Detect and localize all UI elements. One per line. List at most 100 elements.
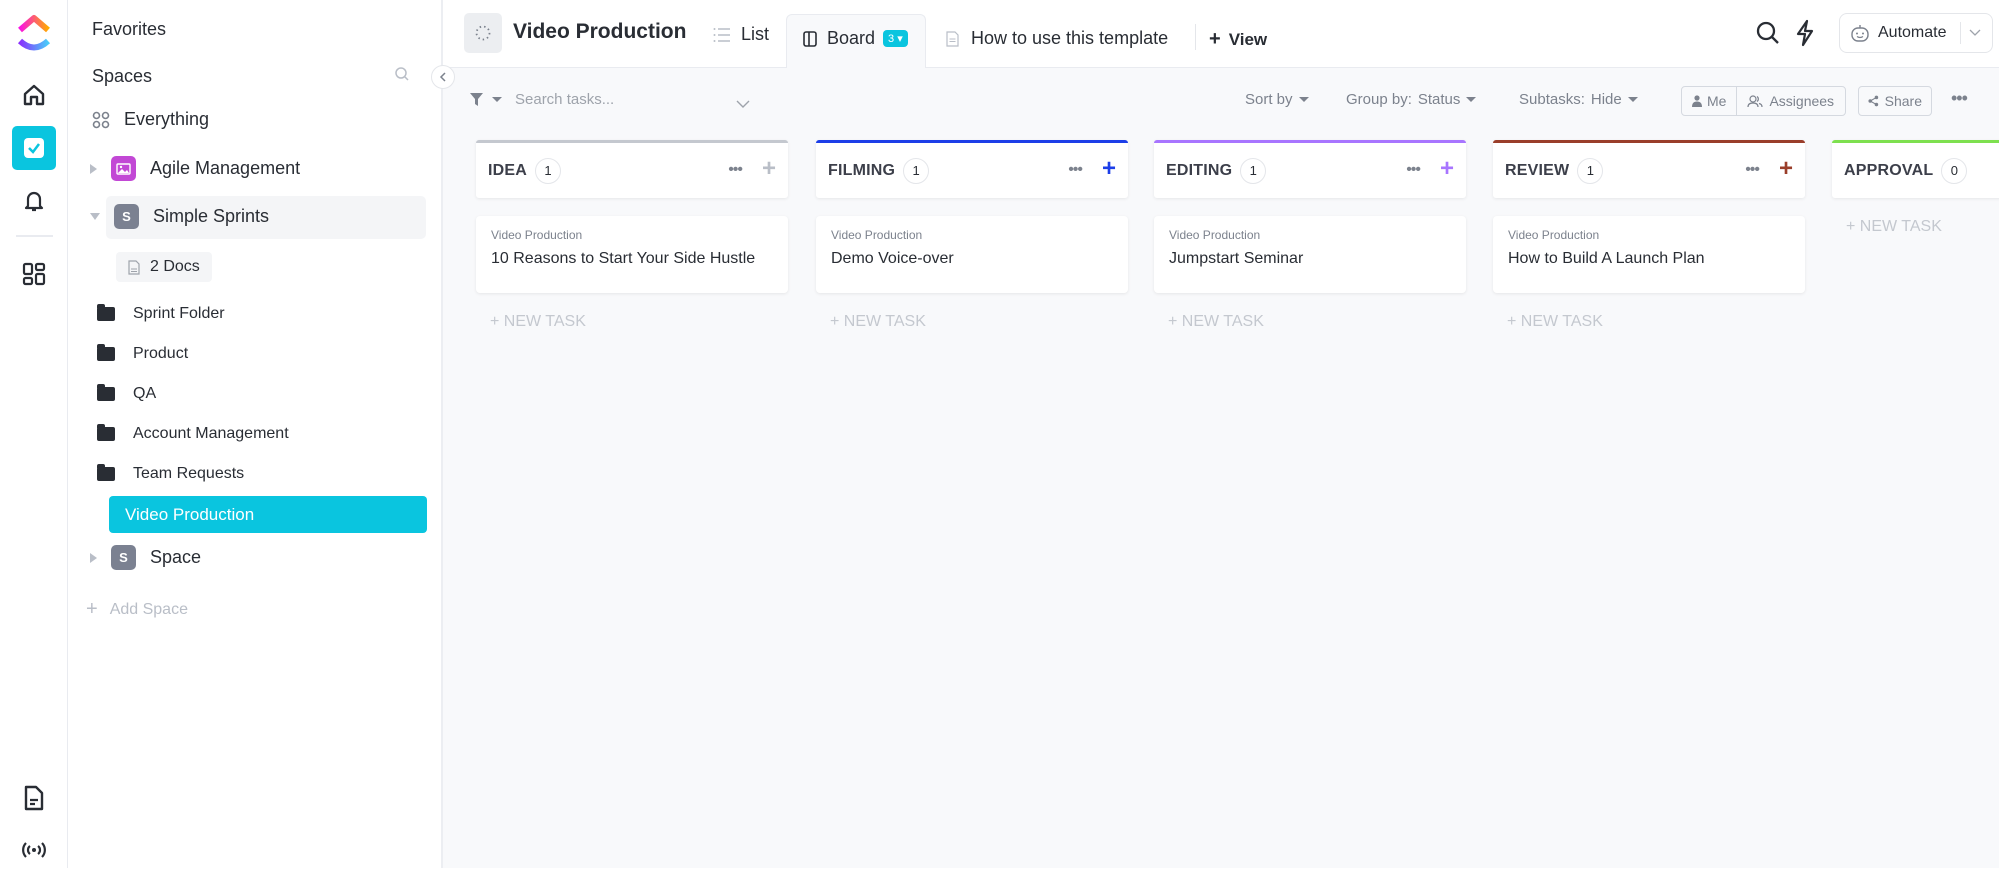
column-more-icon[interactable]: ••• bbox=[1406, 161, 1421, 179]
share-button[interactable]: Share bbox=[1858, 86, 1932, 116]
favorites-heading[interactable]: Favorites bbox=[92, 19, 166, 40]
chevron-down-icon[interactable] bbox=[1969, 29, 1981, 37]
everything-icon bbox=[92, 111, 110, 128]
icon-rail bbox=[0, 0, 68, 868]
tab-board[interactable]: Board 3 ▾ bbox=[803, 28, 908, 49]
sidebar-folder-item[interactable]: Account Management bbox=[97, 424, 289, 443]
add-task-plus-icon[interactable]: + bbox=[762, 155, 776, 183]
search-spaces-icon[interactable] bbox=[394, 66, 410, 82]
new-task-button[interactable]: + NEW TASK bbox=[1832, 218, 1999, 236]
column-count: 1 bbox=[535, 157, 562, 184]
caret-down-icon bbox=[1627, 97, 1638, 102]
sidebar-folder-item[interactable]: Team Requests bbox=[97, 464, 244, 483]
sidebar-folder-item[interactable]: QA bbox=[97, 384, 156, 403]
add-task-plus-icon[interactable]: + bbox=[1102, 155, 1116, 183]
expand-arrow-icon[interactable] bbox=[90, 163, 97, 174]
plus-icon: + bbox=[86, 598, 98, 620]
expand-arrow-icon[interactable] bbox=[90, 552, 97, 563]
people-icon bbox=[1747, 94, 1764, 107]
search-tasks-input[interactable]: Search tasks... bbox=[515, 91, 755, 108]
task-card[interactable]: Video Production 10 Reasons to Start Your… bbox=[476, 216, 788, 293]
new-task-button[interactable]: + NEW TASK bbox=[816, 313, 1128, 331]
card-list-name: Video Production bbox=[1508, 228, 1600, 242]
add-space-label: Add Space bbox=[109, 600, 188, 618]
docs-icon[interactable] bbox=[12, 776, 56, 820]
new-task-button[interactable]: + NEW TASK bbox=[1154, 313, 1466, 331]
clickup-logo-icon[interactable] bbox=[12, 12, 56, 56]
group-label: Group by: bbox=[1346, 91, 1412, 108]
card-list-name: Video Production bbox=[831, 228, 923, 242]
list-status-icon[interactable] bbox=[464, 13, 502, 53]
column-more-icon[interactable]: ••• bbox=[728, 161, 743, 179]
column-title: REVIEW bbox=[1505, 161, 1570, 179]
dashboards-icon[interactable] bbox=[12, 252, 56, 296]
sidebar-docs[interactable]: 2 Docs bbox=[116, 252, 212, 282]
search-options-chevron-icon[interactable] bbox=[736, 96, 750, 114]
column-title: IDEA bbox=[488, 161, 528, 179]
card-title: Jumpstart Seminar bbox=[1169, 250, 1304, 267]
subtasks-label: Subtasks: bbox=[1519, 91, 1585, 108]
tab-label: Board bbox=[827, 28, 876, 48]
filter-button[interactable] bbox=[469, 92, 502, 107]
board: IDEA 1 ••• + Video Production 10 Reasons to S… bbox=[443, 136, 1999, 868]
new-task-button[interactable]: + NEW TASK bbox=[1493, 313, 1805, 331]
column-header: REVIEW 1 ••• + bbox=[1493, 140, 1805, 198]
column-header: APPROVAL 0 bbox=[1832, 140, 1999, 198]
board-column: REVIEW 1 ••• + Video Production How to Build … bbox=[1493, 140, 1805, 331]
sidebar-space-simple-sprints[interactable]: S Simple Sprints bbox=[90, 204, 269, 229]
notifications-icon[interactable] bbox=[12, 179, 56, 223]
tab-list[interactable]: List bbox=[713, 24, 769, 45]
board-column: EDITING 1 ••• + Video Production Jumpstart Se… bbox=[1154, 140, 1466, 331]
sidebar: Favorites Spaces Everything Agile Manage… bbox=[68, 0, 443, 868]
assignees-button[interactable]: Assignees bbox=[1737, 93, 1844, 109]
sidebar-item-label: Simple Sprints bbox=[153, 206, 270, 226]
tab-label: How to use this template bbox=[971, 28, 1169, 48]
column-header: FILMING 1 ••• + bbox=[816, 140, 1128, 198]
add-task-plus-icon[interactable]: + bbox=[1440, 155, 1454, 183]
sidebar-item-everything[interactable]: Everything bbox=[92, 109, 209, 130]
add-view-button[interactable]: + View bbox=[1209, 28, 1267, 51]
home-icon[interactable] bbox=[12, 73, 56, 117]
sidebar-list-video-production[interactable]: Video Production bbox=[109, 496, 427, 533]
doc-icon bbox=[128, 259, 140, 275]
sidebar-folder-item[interactable]: Sprint Folder bbox=[97, 304, 225, 323]
task-card[interactable]: Video Production Jumpstart Seminar bbox=[1154, 216, 1466, 293]
sidebar-item-label: Agile Management bbox=[150, 158, 301, 178]
sidebar-folder-item[interactable]: Product bbox=[97, 344, 188, 363]
card-title: Demo Voice-over bbox=[831, 250, 954, 267]
me-button[interactable]: Me bbox=[1682, 87, 1738, 115]
folder-icon bbox=[97, 304, 115, 321]
sidebar-space-agile-management[interactable]: Agile Management bbox=[90, 156, 300, 181]
collapse-sidebar-button[interactable] bbox=[431, 65, 455, 89]
collapse-arrow-icon[interactable] bbox=[90, 213, 100, 220]
add-task-plus-icon[interactable]: + bbox=[1779, 155, 1793, 183]
column-more-icon[interactable]: ••• bbox=[1745, 161, 1760, 179]
board-views-badge[interactable]: 3 ▾ bbox=[883, 30, 908, 47]
add-space-button[interactable]: + Add Space bbox=[86, 598, 188, 621]
caret-down-icon bbox=[1466, 97, 1477, 102]
tab-doc[interactable]: How to use this template bbox=[946, 28, 1168, 49]
column-title: EDITING bbox=[1166, 161, 1233, 179]
group-by-button[interactable]: Group by: Status bbox=[1346, 91, 1477, 108]
me-label: Me bbox=[1707, 93, 1727, 109]
new-task-button[interactable]: + NEW TASK bbox=[476, 313, 788, 331]
subtasks-button[interactable]: Subtasks: Hide bbox=[1519, 91, 1638, 108]
sidebar-item-label: Space bbox=[150, 547, 202, 567]
search-icon[interactable] bbox=[1755, 20, 1781, 51]
column-title: APPROVAL bbox=[1844, 161, 1934, 179]
task-card[interactable]: Video Production How to Build A Launch Pl… bbox=[1493, 216, 1805, 293]
tasks-icon[interactable] bbox=[12, 126, 56, 170]
plus-icon: + bbox=[1209, 28, 1221, 50]
task-card[interactable]: Video Production Demo Voice-over bbox=[816, 216, 1128, 293]
docs-label: 2 Docs bbox=[150, 258, 200, 275]
more-options-icon[interactable]: ••• bbox=[1951, 88, 1968, 109]
subtasks-value: Hide bbox=[1590, 91, 1622, 108]
sidebar-space-space[interactable]: S Space bbox=[90, 545, 201, 570]
divider bbox=[1960, 22, 1962, 44]
broadcast-icon[interactable] bbox=[12, 828, 56, 872]
spaces-heading[interactable]: Spaces bbox=[92, 66, 152, 87]
lightning-icon[interactable] bbox=[1795, 19, 1815, 52]
sort-by-button[interactable]: Sort by bbox=[1245, 91, 1309, 108]
automate-button[interactable]: Automate bbox=[1839, 13, 1993, 53]
column-more-icon[interactable]: ••• bbox=[1068, 161, 1083, 179]
